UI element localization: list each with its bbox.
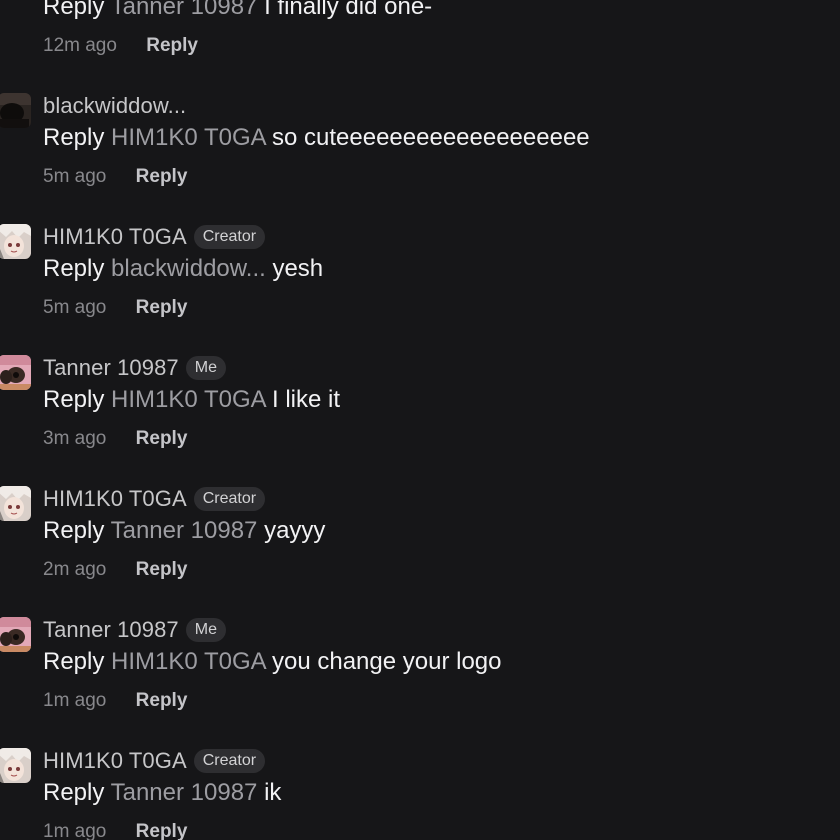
comment-item: Tanner 10987 Me Reply HIM1K0 T0GA I like… — [0, 355, 840, 465]
reply-button[interactable]: Reply — [136, 297, 188, 318]
reply-button[interactable]: Reply — [146, 35, 198, 56]
comment-body: Reply blackwiddow... yesh — [43, 252, 323, 286]
comment-text: yesh — [272, 255, 324, 282]
comment-body: Reply Tanner 10987 I finally did one- — [43, 0, 432, 24]
comment-text: yayyy — [264, 517, 326, 544]
mention-link[interactable]: blackwiddow... — [111, 255, 266, 282]
reply-prefix: Reply — [43, 779, 105, 806]
comment-meta: 12m ago Reply — [43, 32, 198, 60]
comment-item: HIM1K0 T0GA Creator Reply Tanner 10987 y… — [0, 486, 840, 596]
timestamp: 5m ago — [43, 166, 107, 187]
mention-link[interactable]: Tanner 10987 — [111, 779, 258, 806]
reply-prefix: Reply — [43, 386, 105, 413]
reply-button[interactable]: Reply — [136, 559, 188, 580]
username[interactable]: HIM1K0 T0GA — [43, 748, 187, 774]
avatar[interactable] — [0, 355, 31, 390]
comment-header: HIM1K0 T0GA Creator — [43, 746, 266, 776]
me-badge: Me — [185, 356, 226, 380]
me-badge: Me — [185, 618, 226, 642]
timestamp: 12m ago — [43, 35, 117, 56]
avatar[interactable] — [0, 748, 31, 783]
mention-link[interactable]: Tanner 10987 — [111, 0, 258, 20]
reply-prefix: Reply — [43, 255, 105, 282]
timestamp: 1m ago — [43, 690, 107, 711]
mention-link[interactable]: HIM1K0 T0GA — [111, 386, 265, 413]
avatar-pink-image — [0, 617, 31, 652]
creator-badge: Creator — [193, 749, 266, 773]
comment-text: so cuteeeeeeeeeeeeeeeeeee — [272, 124, 590, 151]
comment-meta: 1m ago Reply — [43, 687, 187, 715]
creator-badge: Creator — [193, 225, 266, 249]
comment-meta: 5m ago Reply — [43, 294, 187, 322]
comment-meta: 2m ago Reply — [43, 556, 187, 584]
avatar[interactable] — [0, 224, 31, 259]
comment-text: ik — [264, 779, 282, 806]
comment-item: Reply Tanner 10987 I finally did one- 12… — [0, 0, 840, 72]
reply-prefix: Reply — [43, 124, 105, 151]
creator-badge: Creator — [193, 487, 266, 511]
comment-meta: 5m ago Reply — [43, 163, 187, 191]
comment-body: Reply Tanner 10987 yayyy — [43, 514, 325, 548]
comment-body: Reply HIM1K0 T0GA I like it — [43, 383, 340, 417]
comment-text: you change your logo — [272, 648, 502, 675]
timestamp: 1m ago — [43, 821, 107, 840]
comment-meta: 3m ago Reply — [43, 425, 187, 453]
mention-link[interactable]: HIM1K0 T0GA — [111, 648, 265, 675]
comment-item: blackwiddow... Reply HIM1K0 T0GA so cute… — [0, 93, 840, 203]
mention-link[interactable]: Tanner 10987 — [111, 517, 258, 544]
comment-thread: Reply Tanner 10987 I finally did one- 12… — [0, 0, 840, 840]
reply-button[interactable]: Reply — [136, 428, 188, 449]
avatar-pink-image — [0, 355, 31, 390]
reply-prefix: Reply — [43, 648, 105, 675]
comment-header: blackwiddow... — [43, 91, 186, 121]
reply-prefix: Reply — [43, 517, 105, 544]
comment-header: HIM1K0 T0GA Creator — [43, 484, 266, 514]
mention-link[interactable]: HIM1K0 T0GA — [111, 124, 265, 151]
comment-item: Tanner 10987 Me Reply HIM1K0 T0GA you ch… — [0, 617, 840, 727]
username[interactable]: HIM1K0 T0GA — [43, 224, 187, 250]
avatar-anime-image — [0, 748, 31, 783]
avatar[interactable] — [0, 93, 31, 128]
reply-button[interactable]: Reply — [136, 690, 188, 711]
avatar[interactable] — [0, 486, 31, 521]
comment-meta: 1m ago Reply — [43, 818, 187, 840]
avatar[interactable] — [0, 617, 31, 652]
username[interactable]: Tanner 10987 — [43, 617, 179, 643]
timestamp: 2m ago — [43, 559, 107, 580]
comment-body: Reply Tanner 10987 ik — [43, 776, 281, 810]
comment-header: HIM1K0 T0GA Creator — [43, 222, 266, 252]
avatar-anime-image — [0, 486, 31, 521]
reply-button[interactable]: Reply — [136, 821, 188, 840]
comment-body: Reply HIM1K0 T0GA so cuteeeeeeeeeeeeeeee… — [43, 121, 590, 155]
timestamp: 3m ago — [43, 428, 107, 449]
comment-text: I finally did one- — [264, 0, 433, 20]
username[interactable]: blackwiddow... — [43, 93, 186, 119]
timestamp: 5m ago — [43, 297, 107, 318]
reply-button[interactable]: Reply — [136, 166, 188, 187]
comment-body: Reply HIM1K0 T0GA you change your logo — [43, 645, 502, 679]
avatar-dark-image — [0, 93, 31, 128]
comment-text: I like it — [272, 386, 341, 413]
username[interactable]: Tanner 10987 — [43, 355, 179, 381]
comment-item: HIM1K0 T0GA Creator Reply blackwiddow...… — [0, 224, 840, 334]
comment-header: Tanner 10987 Me — [43, 615, 226, 645]
comment-header: Tanner 10987 Me — [43, 353, 226, 383]
avatar-anime-image — [0, 224, 31, 259]
comment-item: HIM1K0 T0GA Creator Reply Tanner 10987 i… — [0, 748, 840, 840]
reply-prefix: Reply — [43, 0, 105, 20]
username[interactable]: HIM1K0 T0GA — [43, 486, 187, 512]
